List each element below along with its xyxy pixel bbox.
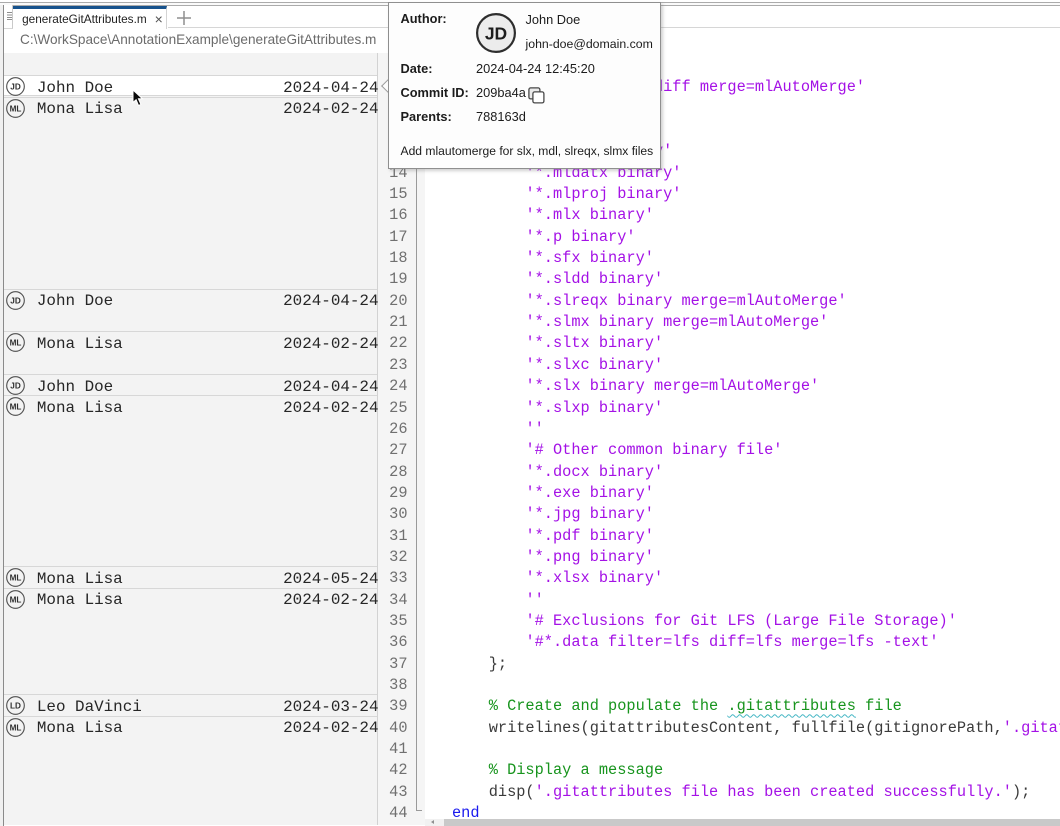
svg-text:LD: LD	[10, 702, 21, 711]
svg-text:ML: ML	[10, 403, 22, 412]
svg-text:JD: JD	[10, 83, 21, 92]
svg-text:JD: JD	[10, 382, 21, 391]
svg-text:JD: JD	[10, 296, 21, 305]
svg-text:ML: ML	[10, 723, 22, 732]
svg-text:JD: JD	[484, 24, 506, 44]
svg-text:ML: ML	[10, 574, 22, 583]
svg-text:ML: ML	[10, 339, 22, 348]
svg-text:ML: ML	[10, 104, 22, 113]
svg-text:ML: ML	[10, 595, 22, 604]
